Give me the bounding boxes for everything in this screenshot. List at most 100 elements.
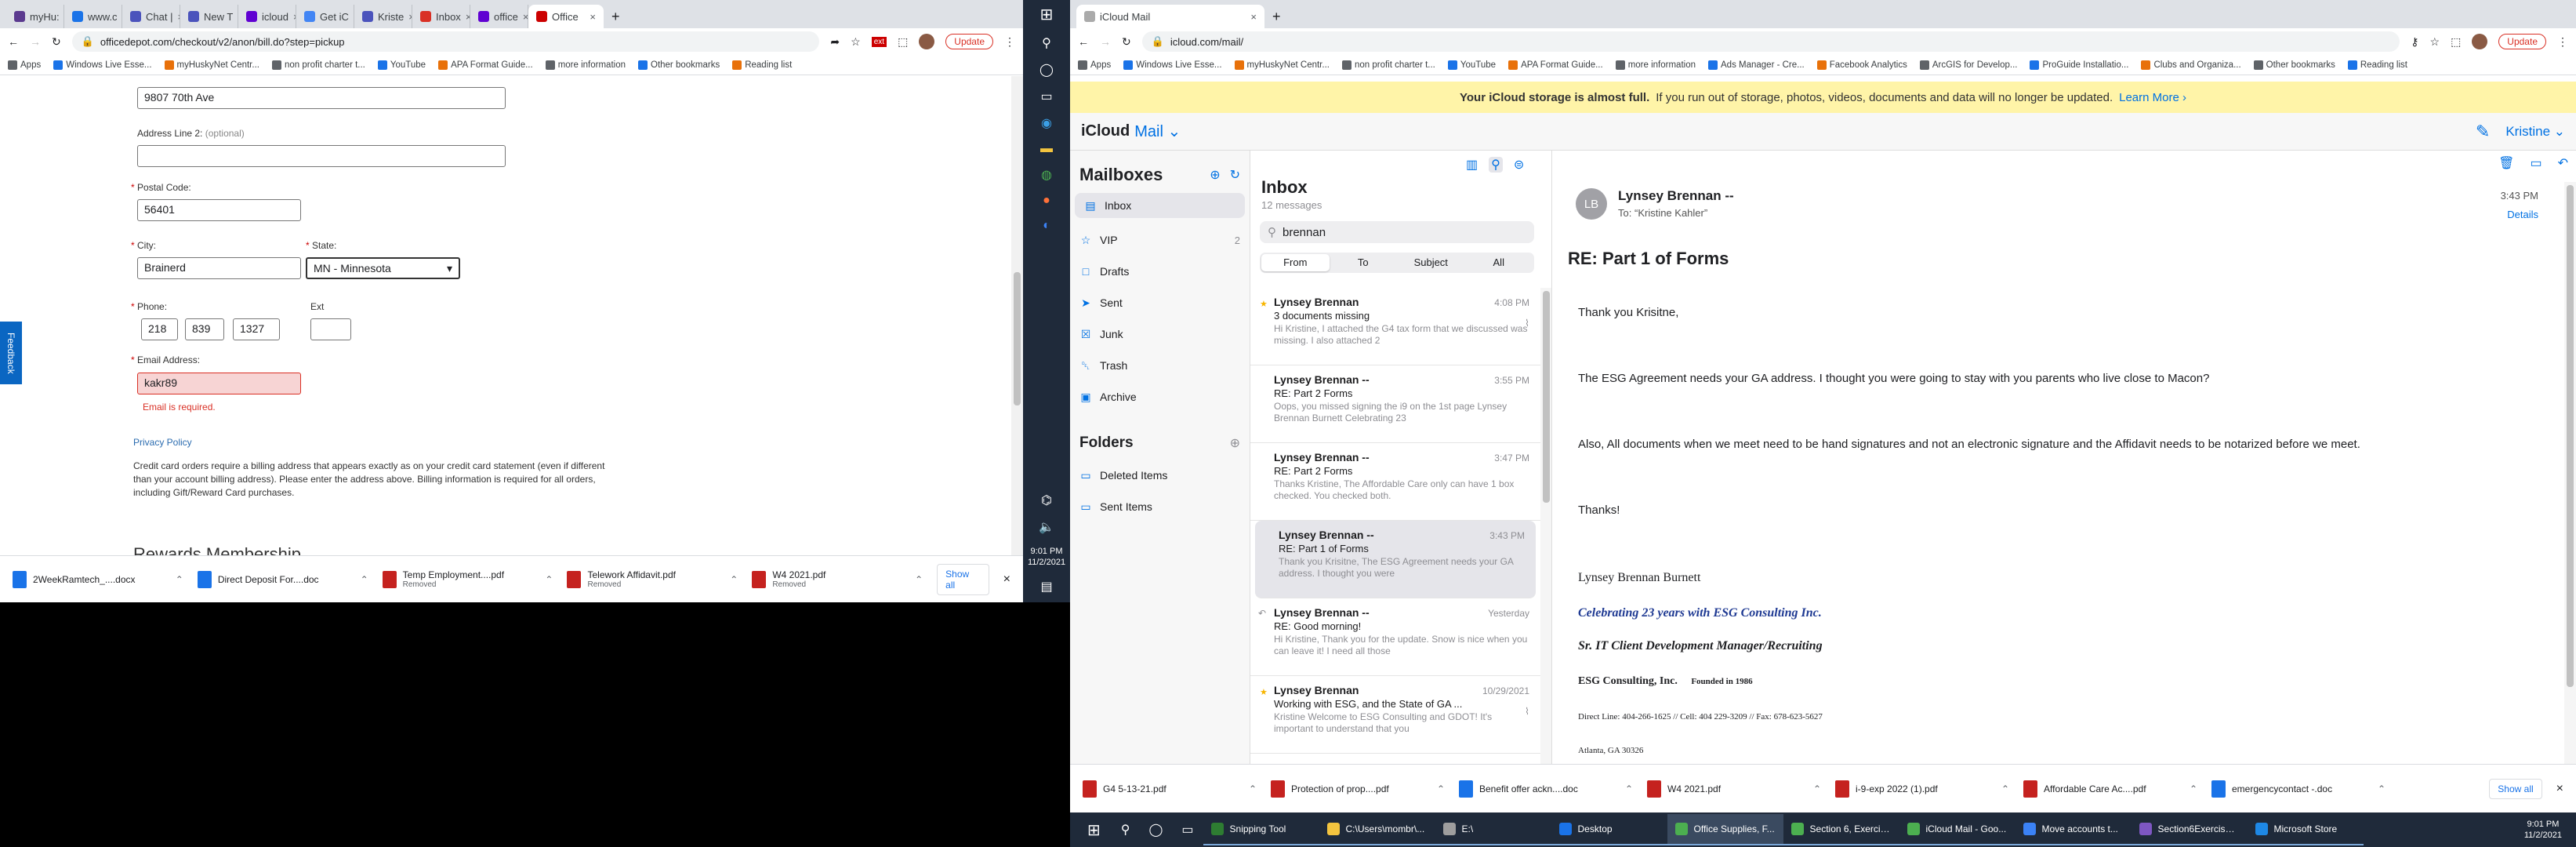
share-icon[interactable]: ➦ [830, 35, 840, 49]
download-item[interactable]: 2WeekRamtech_....docx ⌃ [13, 570, 183, 588]
download-item[interactable]: i-9-exp 2022 (1).pdf ⌃ [1835, 780, 2009, 798]
bookmark-item[interactable]: Reading list [732, 60, 792, 70]
update-button[interactable]: Update [2498, 34, 2546, 49]
bookmark-item[interactable]: APA Format Guide... [1508, 60, 1603, 70]
chevron-up-icon[interactable]: ⌃ [176, 574, 183, 585]
filter-subject[interactable]: Subject [1397, 254, 1465, 271]
download-item[interactable]: Temp Employment....pdf Removed ⌃ [382, 569, 553, 589]
download-item[interactable]: Telework Affidavit.pdf Removed ⌃ [567, 569, 738, 589]
filter-icon[interactable]: ⊜ [1514, 157, 1524, 173]
taskbar-app[interactable]: Section6Exercise7... [2131, 814, 2248, 845]
ext-input[interactable] [310, 318, 351, 340]
update-button[interactable]: Update [945, 34, 993, 49]
show-all-button[interactable]: Show all [2489, 778, 2542, 799]
chevron-up-icon[interactable]: ⌃ [1625, 783, 1633, 794]
chevron-up-icon[interactable]: ⌃ [2001, 783, 2009, 794]
address-line1-input[interactable]: 9807 70th Ave [137, 87, 506, 109]
tab-icloud-mail[interactable]: iCloud Mail × [1076, 5, 1264, 28]
download-item[interactable]: Benefit offer ackn....doc ⌃ [1459, 780, 1633, 798]
volume-icon[interactable]: 🔈 [1039, 519, 1054, 535]
close-icon[interactable]: × [1003, 573, 1010, 587]
bookmark-item[interactable]: Clubs and Organiza... [2141, 60, 2241, 70]
close-icon[interactable]: × [1250, 11, 1257, 23]
add-folder-icon[interactable]: ⊕ [1230, 435, 1240, 451]
message-item[interactable]: Lynsey Brennan --10/29/2021 [1250, 754, 1540, 764]
phone-area-input[interactable]: 218 [141, 318, 178, 340]
download-item[interactable]: G4 5-13-21.pdf ⌃ [1083, 780, 1257, 798]
icloud-logo[interactable]: iCloud [1081, 122, 1130, 140]
bookmark-item[interactable]: APA Format Guide... [438, 60, 533, 70]
message-item[interactable]: ★ Lynsey Brennan 10/29/2021 Working with ES… [1250, 676, 1540, 754]
app-switcher[interactable]: Mail ⌄ [1134, 122, 1181, 141]
bookmark-item[interactable]: Apps [8, 60, 41, 70]
bookmark-item[interactable]: YouTube [1447, 60, 1496, 70]
taskbar-app[interactable]: Microsoft Store [2247, 814, 2364, 845]
taskbar-clock[interactable]: 9:01 PM 11/2/2021 [2516, 819, 2570, 841]
scrollbar-thumb[interactable] [2567, 185, 2574, 687]
bookmark-item[interactable]: myHuskyNet Centr... [1234, 60, 1330, 70]
mailbox-inbox[interactable]: ▤ Inbox [1075, 193, 1245, 218]
close-icon[interactable]: × [2556, 782, 2563, 796]
sender-name[interactable]: Lynsey Brennan -- [1618, 188, 1734, 204]
trash-icon[interactable]: 🗑 [2498, 155, 2514, 171]
edge-icon[interactable]: ◉ [1041, 115, 1052, 131]
cortana-icon[interactable]: ◯ [1139, 822, 1172, 838]
download-item[interactable]: Direct Deposit For....doc ⌃ [197, 570, 368, 588]
extension-icon[interactable]: ext [871, 36, 887, 47]
reply-icon[interactable]: ↶ [2558, 155, 2568, 171]
bookmark-item[interactable]: more information [545, 60, 626, 70]
chevron-up-icon[interactable]: ⌃ [1437, 783, 1445, 794]
windows-icon[interactable]: ⊞ [1040, 5, 1054, 24]
new-tab-icon[interactable]: + [1264, 9, 1289, 28]
bookmark-item[interactable]: Windows Live Esse... [1123, 60, 1222, 70]
back-icon[interactable]: ← [1078, 35, 1089, 48]
network-icon[interactable]: ⌬ [1041, 493, 1052, 508]
tab-9[interactable]: Office × [528, 5, 604, 28]
recipient-name[interactable]: “Kristine Kahler” [1634, 207, 1707, 219]
mailbox-vip[interactable]: ☆ VIP 2 [1070, 224, 1250, 256]
message-item[interactable]: Lynsey Brennan -- 3:43 PM RE: Part 1 of Fo… [1255, 521, 1536, 598]
download-item[interactable]: W4 2021.pdf Removed ⌃ [752, 569, 923, 589]
taskbar-app[interactable]: Desktop [1551, 814, 1667, 845]
message-item[interactable]: ★ Lynsey Brennan 4:08 PM 3 documents missin… [1250, 288, 1540, 365]
mailbox-junk[interactable]: ☒ Junk [1070, 318, 1250, 350]
bookmark-item[interactable]: more information [1615, 60, 1696, 70]
phone-line-input[interactable]: 1327 [233, 318, 280, 340]
layout-icon[interactable]: ▥ [1466, 157, 1478, 173]
tab-3[interactable]: New T× [180, 5, 238, 28]
folder-item[interactable]: ▭ Deleted Items [1070, 460, 1250, 491]
privacy-policy-link[interactable]: Privacy Policy [133, 437, 192, 448]
bookmark-star-icon[interactable]: ☆ [851, 35, 861, 49]
new-tab-icon[interactable]: + [604, 9, 628, 28]
taskbar-app[interactable]: E:\ [1435, 814, 1551, 845]
chevron-up-icon[interactable]: ⌃ [1249, 783, 1257, 794]
firefox-icon[interactable]: ● [1043, 194, 1050, 208]
learn-more-link[interactable]: Learn More › [2119, 91, 2186, 104]
city-input[interactable]: Brainerd [137, 257, 301, 279]
bookmark-item[interactable]: YouTube [377, 60, 426, 70]
taskbar-app[interactable]: Move accounts t... [2015, 814, 2132, 845]
left-url-field[interactable]: 🔒 officedepot.com/checkout/v2/anon/bill.d… [71, 31, 820, 52]
taskbar-app[interactable]: Snipping Tool [1203, 814, 1319, 845]
bookmark-item[interactable]: Facebook Analytics [1816, 60, 1907, 70]
bookmark-item[interactable]: Apps [1078, 60, 1111, 70]
app-icon[interactable]: ◐ [1043, 219, 1050, 233]
tab-7[interactable]: Inbox× [412, 5, 470, 28]
scrollbar-thumb[interactable] [1014, 272, 1021, 405]
bookmark-item[interactable]: Reading list [2347, 60, 2407, 70]
puzzle-icon[interactable]: ⬚ [2451, 35, 2461, 49]
menu-icon[interactable]: ⋮ [1004, 35, 1015, 49]
avatar[interactable] [919, 34, 935, 49]
reading-scrollbar[interactable] [2564, 182, 2576, 764]
chevron-up-icon[interactable]: ⌃ [2378, 783, 2386, 794]
chrome-icon[interactable]: ◍ [1041, 167, 1052, 183]
tab-4[interactable]: icloud× [238, 5, 296, 28]
tab-6[interactable]: Kriste× [354, 5, 412, 28]
bookmark-item[interactable]: Other bookmarks [2253, 60, 2335, 70]
filter-all[interactable]: All [1465, 254, 1533, 271]
puzzle-icon[interactable]: ⬚ [898, 35, 908, 49]
chevron-up-icon[interactable]: ⌃ [545, 574, 553, 585]
email-input[interactable]: kakr89 [137, 373, 301, 394]
bookmark-item[interactable]: non profit charter t... [1341, 60, 1435, 70]
reload-icon[interactable]: ↻ [1122, 35, 1131, 49]
